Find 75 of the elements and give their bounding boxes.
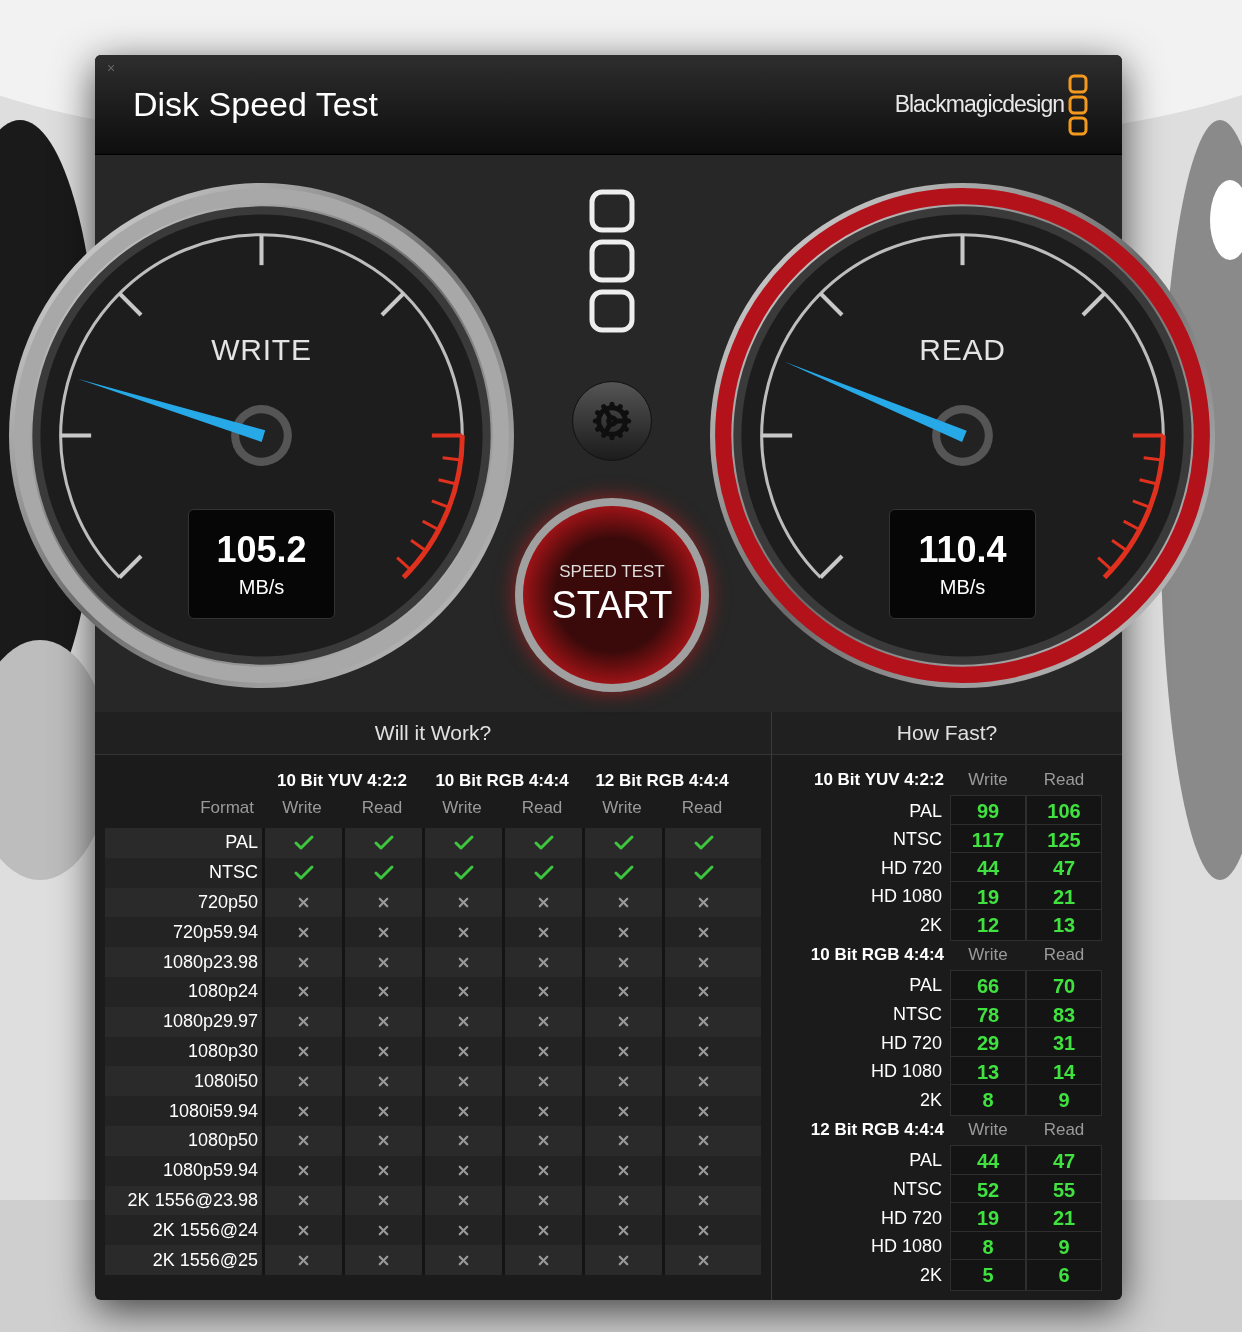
format-label: 1080p29.97	[161, 1010, 259, 1034]
window-title: Disk Speed Test	[133, 84, 379, 125]
format-label: HD 1080	[869, 1235, 943, 1259]
format-label: 1080p24	[186, 980, 259, 1004]
format-label: 1080p30	[186, 1039, 259, 1063]
format-label: 1080p59.94	[161, 1159, 259, 1183]
column-header: Write	[281, 797, 323, 820]
format-label: 1080i50	[192, 1069, 259, 1093]
format-label: 2K 1556@24	[151, 1218, 259, 1242]
speed-cell: 6	[1026, 1259, 1102, 1292]
format-label: NTSC	[208, 861, 259, 885]
column-header: Write	[967, 944, 1009, 967]
column-header: Read	[1042, 944, 1086, 967]
group-header: 10 Bit RGB 4:4:4	[434, 769, 570, 792]
gauge-label: WRITE	[211, 332, 312, 368]
group-header: 10 Bit YUV 4:2:2	[275, 769, 409, 792]
speed-cell: 13	[1026, 909, 1102, 942]
column-header: Format	[199, 797, 255, 820]
speed-cell: 70	[1026, 969, 1102, 1002]
format-label: 1080i59.94	[167, 1099, 259, 1123]
speed-cell: 66	[950, 969, 1026, 1002]
column-header: Read	[1042, 769, 1086, 792]
speed-cell: 9	[1026, 1084, 1102, 1117]
format-label: NTSC	[892, 1003, 943, 1027]
format-label: PAL	[908, 974, 943, 998]
group-header: 10 Bit YUV 4:2:2	[812, 769, 945, 792]
speed-value: 110.4	[918, 527, 1007, 572]
column-header: Write	[967, 769, 1009, 792]
format-label: HD 720	[879, 1206, 943, 1230]
brand-name: Blackmagicdesign	[894, 90, 1064, 120]
speed-unit: MB/s	[939, 574, 986, 600]
format-label: 2K 1556@23.98	[126, 1188, 259, 1212]
format-label: HD 720	[879, 856, 943, 880]
format-label: 1080p50	[186, 1129, 259, 1153]
speed-cell: 44	[950, 1144, 1026, 1177]
speed-cell: 8	[950, 1084, 1026, 1117]
format-label: HD 1080	[869, 1060, 943, 1084]
section-title: Will it Work?	[374, 720, 492, 747]
column-header: Read	[520, 797, 564, 820]
format-label: 2K	[918, 1263, 943, 1287]
format-label: HD 1080	[869, 885, 943, 909]
group-header: 10 Bit RGB 4:4:4	[809, 944, 945, 967]
format-label: NTSC	[892, 828, 943, 852]
speed-cell: 5	[950, 1259, 1026, 1292]
format-label: 2K	[918, 913, 943, 937]
format-label: PAL	[224, 831, 259, 855]
settings-icon	[592, 401, 632, 441]
format-label: 1080p23.98	[161, 950, 259, 974]
group-header: 12 Bit RGB 4:4:4	[594, 769, 730, 792]
column-header: Read	[360, 797, 404, 820]
column-header: Read	[1042, 1119, 1086, 1142]
speed-cell: 106	[1026, 795, 1102, 827]
speed-cell: 47	[1026, 1144, 1102, 1177]
format-label: 720p50	[196, 891, 259, 914]
logo-icon	[588, 188, 636, 334]
start-button[interactable]: SPEED TEST START	[515, 498, 709, 692]
speed-cell: 99	[950, 795, 1026, 827]
format-label: NTSC	[892, 1178, 943, 1202]
format-label: PAL	[908, 799, 943, 823]
column-header: Write	[441, 797, 483, 820]
gauge-label: READ	[919, 332, 1006, 368]
speed-value: 105.2	[216, 527, 307, 572]
column-header: Write	[967, 1119, 1009, 1142]
speed-unit: MB/s	[238, 574, 285, 600]
group-header: 12 Bit RGB 4:4:4	[809, 1119, 945, 1142]
speed-cell: 12	[950, 909, 1026, 942]
column-header: Read	[680, 797, 724, 820]
format-label: PAL	[908, 1149, 943, 1173]
format-label: 2K	[918, 1088, 943, 1112]
section-title: How Fast?	[896, 720, 998, 747]
format-label: 2K 1556@25	[151, 1248, 259, 1272]
format-label: HD 720	[879, 1031, 943, 1055]
format-label: 720p59.94	[171, 920, 259, 944]
brand-logo-icon	[1068, 73, 1088, 136]
column-header: Write	[601, 797, 643, 820]
